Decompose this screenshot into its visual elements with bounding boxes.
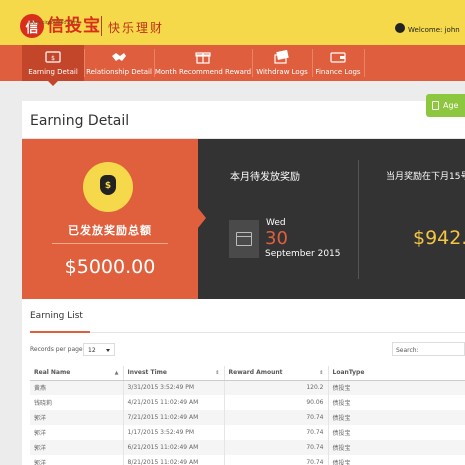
withdraw-icon xyxy=(274,50,289,64)
logo-divider xyxy=(101,16,102,36)
cell-real-name: 黄燕 xyxy=(30,380,124,395)
nav-label: Earning Detail xyxy=(28,68,78,76)
nav-relationship-detail[interactable]: Relationship Detail xyxy=(86,45,152,81)
sort-icon: ⇕ xyxy=(319,370,324,376)
calendar-badge xyxy=(229,220,259,258)
nav-divider xyxy=(252,49,253,77)
pending-reward-card: 本月待发放奖励 Wed 30 September 2015 当月奖励在下月15号… xyxy=(198,139,465,299)
list-divider xyxy=(90,332,465,333)
records-per-page-label: Records per page xyxy=(30,346,83,353)
nav-withdraw-logs[interactable]: Withdraw Logs xyxy=(254,45,310,81)
total-reward-card: $ 已发放奖励总额 $5000.00 xyxy=(22,139,198,299)
welcome-text[interactable]: Welcome: john xyxy=(408,26,460,34)
age-button-label: Age xyxy=(443,101,459,110)
svg-text:$: $ xyxy=(51,55,55,62)
cell-loan-type: 债投宝 xyxy=(328,410,465,425)
coin-circle: $ xyxy=(83,162,133,212)
cell-loan-type: 债投宝 xyxy=(328,455,465,465)
handshake-icon xyxy=(112,53,126,61)
table-row[interactable]: 郭洋 6/21/2015 11:02:49 AM 70.74 债投宝 xyxy=(30,440,465,455)
nav-divider xyxy=(84,49,85,77)
table-row[interactable]: 郭洋 7/21/2015 11:02:49 AM 70.74 债投宝 xyxy=(30,410,465,425)
nav-month-recommend-reward[interactable]: Month Recommend Reward xyxy=(154,45,252,81)
cell-real-name: 郭洋 xyxy=(30,410,124,425)
column-header-reward-amount[interactable]: Reward Amount ⇕ xyxy=(224,366,329,381)
column-header-real-name[interactable]: Real Name ▲ xyxy=(30,366,124,381)
card-arrow xyxy=(198,208,206,228)
pending-reward-label: 本月待发放奖励 xyxy=(230,172,300,183)
cell-reward-amount: 70.74 xyxy=(224,455,329,465)
cell-invest-time: 3/31/2015 3:52:49 PM xyxy=(123,380,225,395)
nav-label: Finance Logs xyxy=(315,68,361,76)
column-header-loan-type[interactable]: LoanType xyxy=(328,366,465,381)
main-nav: $ Earning Detail Relationship Detail Mon… xyxy=(0,45,465,86)
total-reward-amount: $5000.00 xyxy=(64,256,156,278)
logo-url: www.xintoubao.com xyxy=(28,20,79,26)
cell-real-name: 郭洋 xyxy=(30,440,124,455)
list-title-underline xyxy=(30,331,90,333)
records-per-page-select[interactable]: 12 xyxy=(83,343,115,356)
nav-label: Month Recommend Reward xyxy=(154,68,252,76)
age-button[interactable]: Age xyxy=(426,94,465,117)
sort-asc-icon: ▲ xyxy=(114,370,119,376)
table-header-row: Real Name ▲ Invest Time ⇕ Reward Amount ⇕ L… xyxy=(30,366,465,381)
date-day: 30 xyxy=(265,228,288,249)
cell-invest-time: 7/21/2015 11:02:49 AM xyxy=(123,410,225,425)
table-row[interactable]: 郭洋 8/21/2015 11:02:49 AM 70.74 债投宝 xyxy=(30,455,465,465)
nav-label: Withdraw Logs xyxy=(256,68,308,76)
cell-real-name: 郭洋 xyxy=(30,455,124,465)
total-reward-label: 已发放奖励总额 xyxy=(68,224,152,237)
nav-label: Relationship Detail xyxy=(86,68,152,76)
sort-icon: ⇕ xyxy=(215,370,220,376)
top-header: 信 信投宝 www.xintoubao.com 快乐理财 Welcome: jo… xyxy=(0,0,465,45)
cell-real-name: 郭洋 xyxy=(30,425,124,440)
monthly-reward-amount: $942.0 xyxy=(413,227,465,249)
brand-logo[interactable]: 信 信投宝 xyxy=(20,14,101,38)
nav-earning-detail[interactable]: $ Earning Detail xyxy=(22,45,84,86)
cell-loan-type: 债投宝 xyxy=(328,425,465,440)
nav-divider xyxy=(312,49,313,77)
money-bag-icon: $ xyxy=(100,175,116,195)
cell-real-name: 钱晓莉 xyxy=(30,395,124,410)
date-weekday: Wed xyxy=(266,218,286,228)
calendar-icon xyxy=(236,232,252,246)
user-icon xyxy=(395,23,405,33)
card-separator xyxy=(358,160,359,279)
cell-loan-type: 债投宝 xyxy=(328,380,465,395)
cell-invest-time: 6/21/2015 11:02:49 AM xyxy=(123,440,225,455)
monthly-reward-note: 当月奖励在下月15号 xyxy=(386,172,465,182)
cell-reward-amount: 70.74 xyxy=(224,440,329,455)
table-row[interactable]: 郭洋 1/17/2015 3:52:49 PM 70.74 债投宝 xyxy=(30,425,465,440)
table-row[interactable]: 黄燕 3/31/2015 3:52:49 PM 120.2 债投宝 xyxy=(30,380,465,395)
page-title: Earning Detail xyxy=(30,113,130,129)
cell-reward-amount: 70.74 xyxy=(224,425,329,440)
nav-finance-logs[interactable]: Finance Logs xyxy=(314,45,362,81)
table-row[interactable]: 钱晓莉 4/21/2015 11:02:49 AM 90.06 债投宝 xyxy=(30,395,465,410)
cell-loan-type: 债投宝 xyxy=(328,440,465,455)
cell-invest-time: 4/21/2015 11:02:49 AM xyxy=(123,395,225,410)
cell-invest-time: 8/21/2015 11:02:49 AM xyxy=(123,455,225,465)
cell-reward-amount: 120.2 xyxy=(224,380,329,395)
logo-mark: 信 xyxy=(20,14,44,38)
brand-slogan: 快乐理财 xyxy=(108,21,165,35)
cell-loan-type: 债投宝 xyxy=(328,395,465,410)
column-header-invest-time[interactable]: Invest Time ⇕ xyxy=(123,366,225,381)
gift-icon xyxy=(195,52,211,64)
cell-reward-amount: 70.74 xyxy=(224,410,329,425)
cell-invest-time: 1/17/2015 3:52:49 PM xyxy=(123,425,225,440)
nav-divider xyxy=(364,49,365,77)
money-envelope-icon: $ xyxy=(45,51,61,63)
wallet-icon xyxy=(330,52,346,63)
search-input[interactable]: Search: xyxy=(392,342,465,356)
earning-table: Real Name ▲ Invest Time ⇕ Reward Amount ⇕ L… xyxy=(30,366,465,465)
date-month-year: September 2015 xyxy=(265,249,341,259)
chevron-down-icon xyxy=(106,349,110,352)
cell-reward-amount: 90.06 xyxy=(224,395,329,410)
phone-icon xyxy=(432,101,439,110)
records-per-page-value: 12 xyxy=(88,347,96,354)
card-divider xyxy=(52,243,168,244)
earning-list-title: Earning List xyxy=(30,311,83,321)
